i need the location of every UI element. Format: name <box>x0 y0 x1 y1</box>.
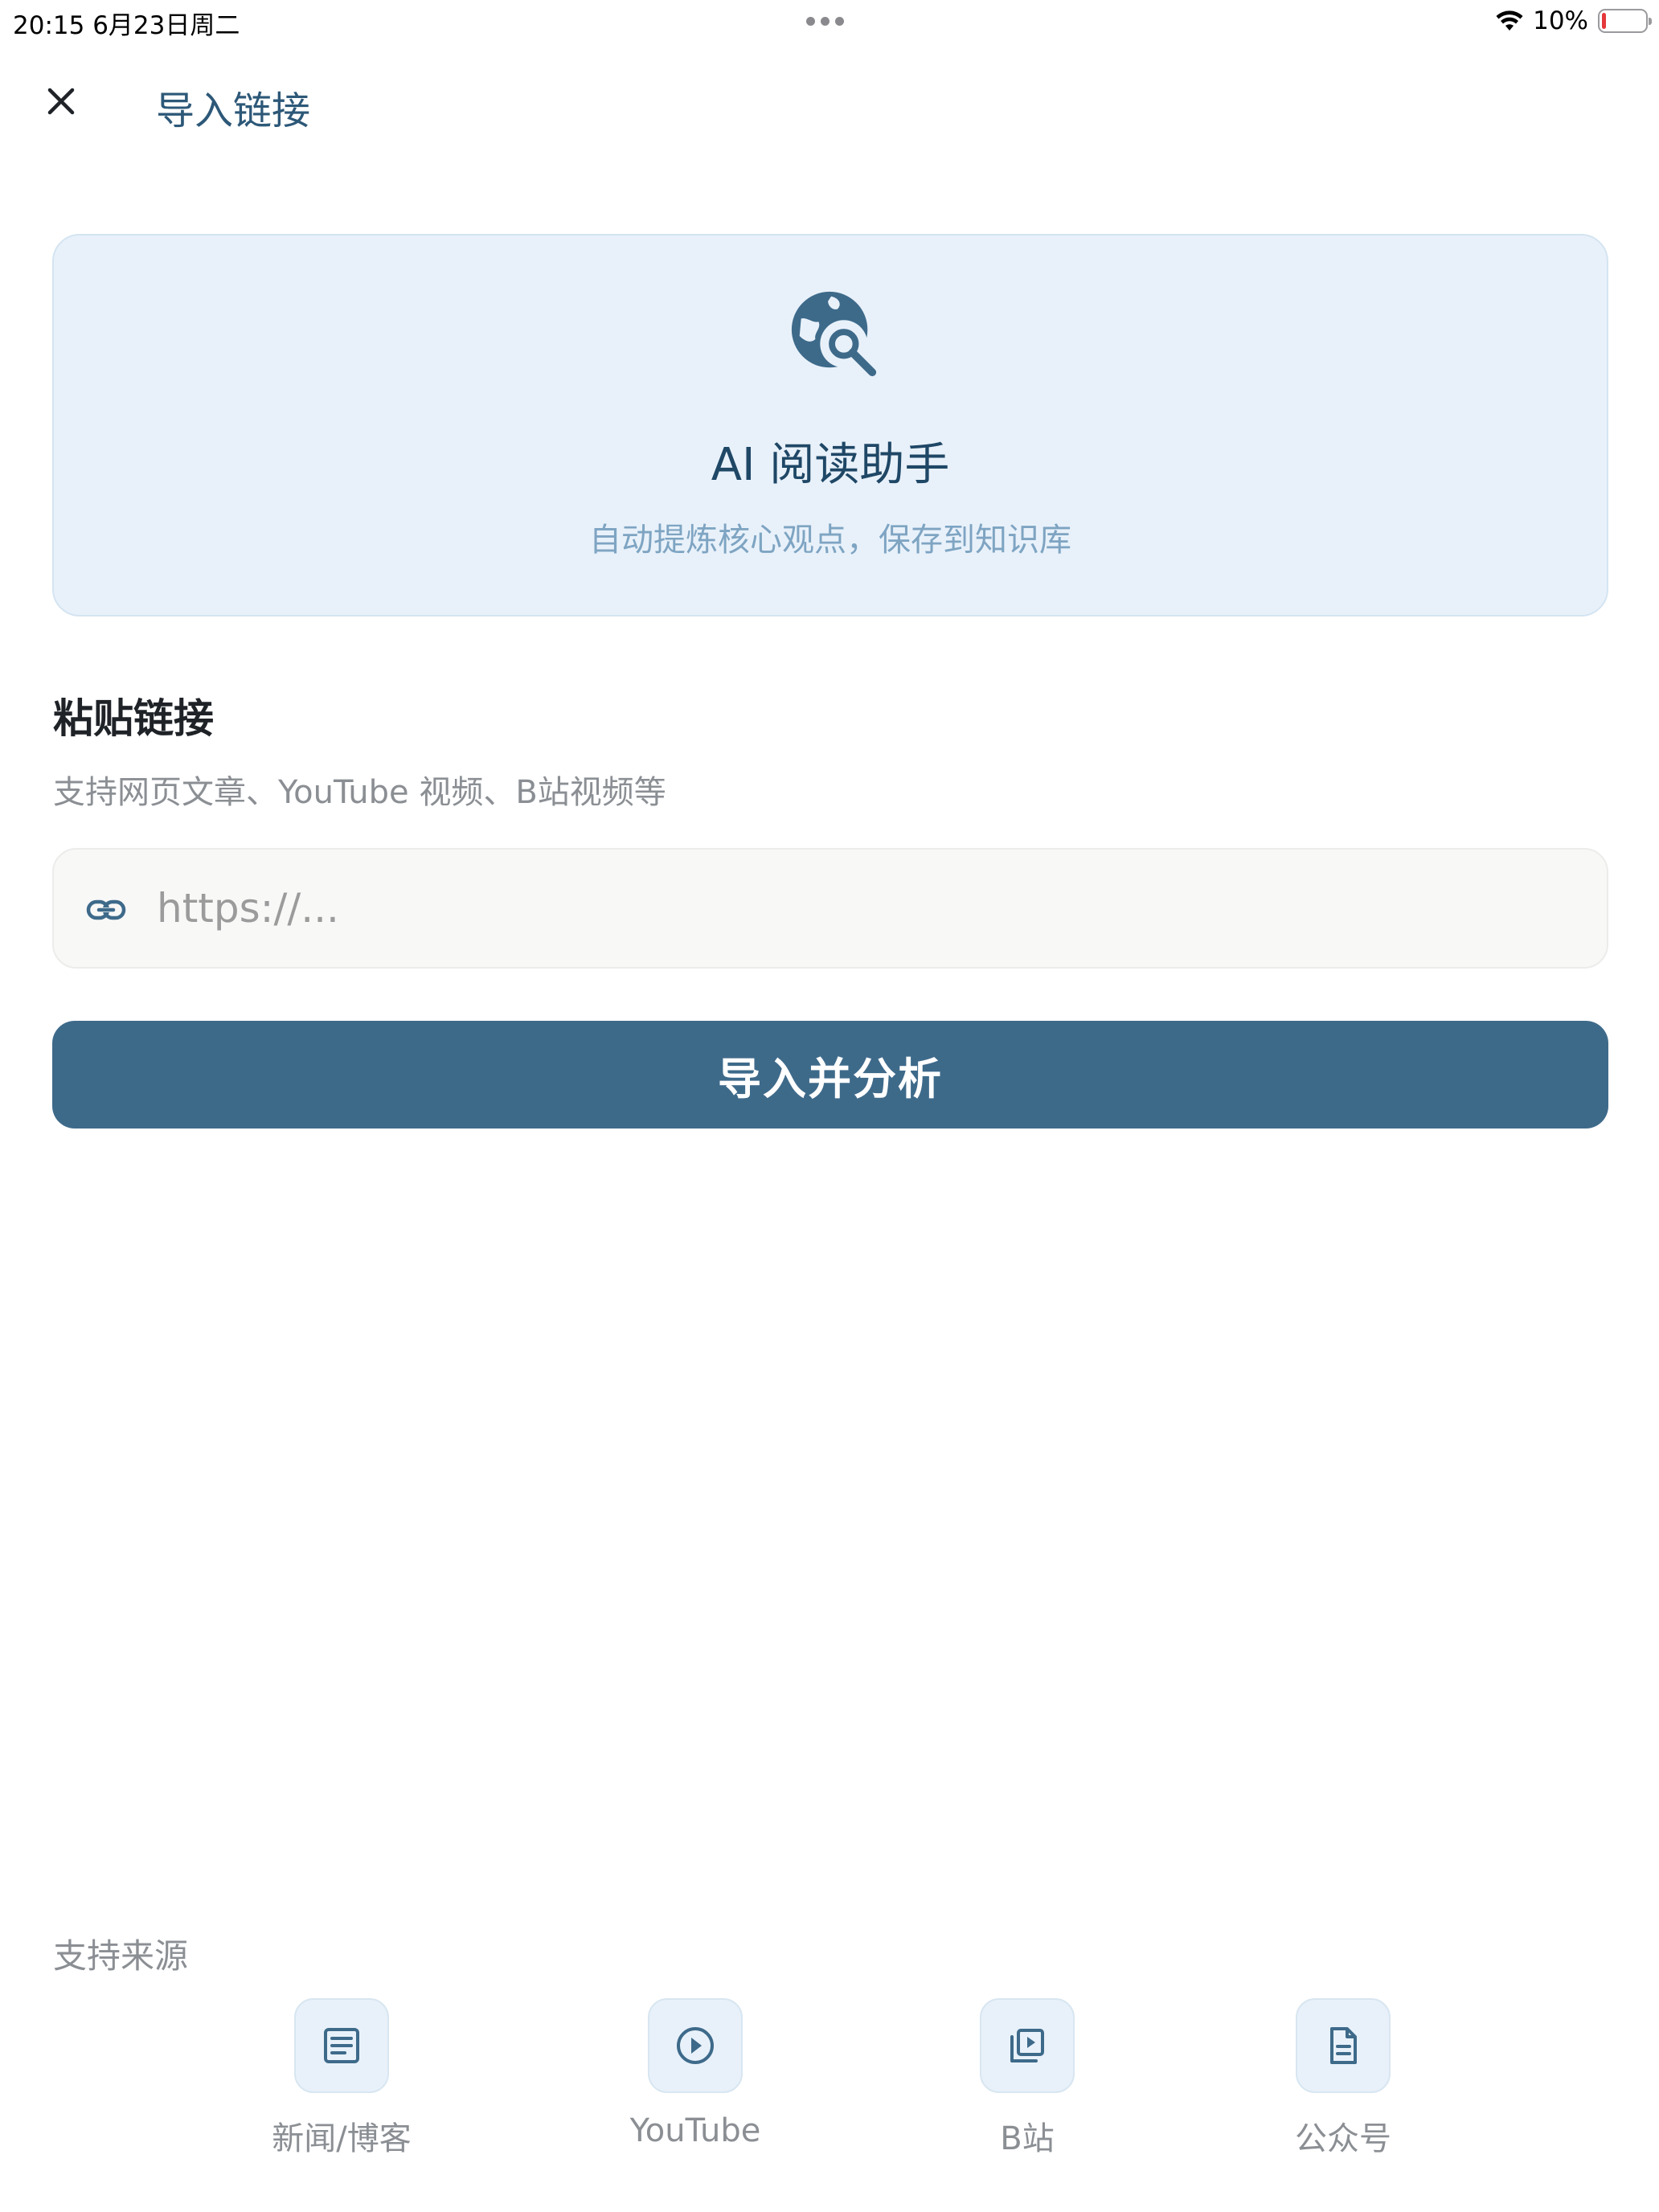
source-wechat-official[interactable]: 公众号 <box>1239 1998 1448 2159</box>
source-tile-youtube[interactable] <box>648 1998 743 2093</box>
source-label-news-blog: 新闻/博客 <box>272 2120 412 2157</box>
battery-percentage: 10% <box>1533 6 1588 35</box>
status-indicators: 10% <box>1496 6 1652 35</box>
link-icon <box>86 899 126 920</box>
close-button[interactable] <box>39 79 84 124</box>
play-circle-icon <box>677 2027 714 2064</box>
ai-reader-card: AI 阅读助手 自动提炼核心观点，保存到知识库 <box>52 234 1608 616</box>
document-icon <box>1330 2027 1357 2064</box>
source-tile-news-blog[interactable] <box>294 1998 389 2093</box>
supported-sources-heading: 支持来源 <box>53 1936 189 1976</box>
import-button-label: 导入并分析 <box>718 1053 943 1104</box>
page-title: 导入链接 <box>156 88 311 133</box>
status-bar: 20:15 6月23日周二 10% <box>0 0 1659 45</box>
source-label-youtube: YouTube <box>629 2112 761 2149</box>
source-label-bilibili: B站 <box>1000 2120 1055 2157</box>
hero-title: AI 阅读助手 <box>711 439 950 491</box>
battery-icon <box>1598 9 1652 33</box>
source-bilibili[interactable]: B站 <box>923 1998 1132 2159</box>
video-library-icon <box>1010 2029 1044 2062</box>
source-label-wechat-official: 公众号 <box>1295 2120 1391 2157</box>
close-icon <box>47 88 75 115</box>
paste-link-hint: 支持网页文章、YouTube 视频、B站视频等 <box>53 774 666 811</box>
paste-link-heading: 粘贴链接 <box>53 695 214 742</box>
globe-search-icon <box>791 291 877 377</box>
source-youtube[interactable]: YouTube <box>591 1998 800 2159</box>
import-link-page: 20:15 6月23日周二 10% 导入链接 AI 阅读助手 自动提炼核心观点，… <box>0 0 1659 2212</box>
wifi-icon <box>1496 10 1523 31</box>
import-and-analyze-button[interactable]: 导入并分析 <box>52 1021 1608 1129</box>
multitasking-dots-icon[interactable] <box>806 17 844 26</box>
status-time-date: 20:15 6月23日周二 <box>13 11 240 40</box>
battery-level-fill <box>1602 13 1606 29</box>
source-tile-wechat-official[interactable] <box>1296 1998 1391 2093</box>
url-input[interactable] <box>157 850 1571 967</box>
hero-subtitle: 自动提炼核心观点，保存到知识库 <box>589 522 1071 559</box>
source-news-blog[interactable]: 新闻/博客 <box>237 1998 446 2159</box>
url-field[interactable] <box>52 848 1608 969</box>
source-tile-bilibili[interactable] <box>980 1998 1075 2093</box>
article-icon <box>324 2028 359 2063</box>
